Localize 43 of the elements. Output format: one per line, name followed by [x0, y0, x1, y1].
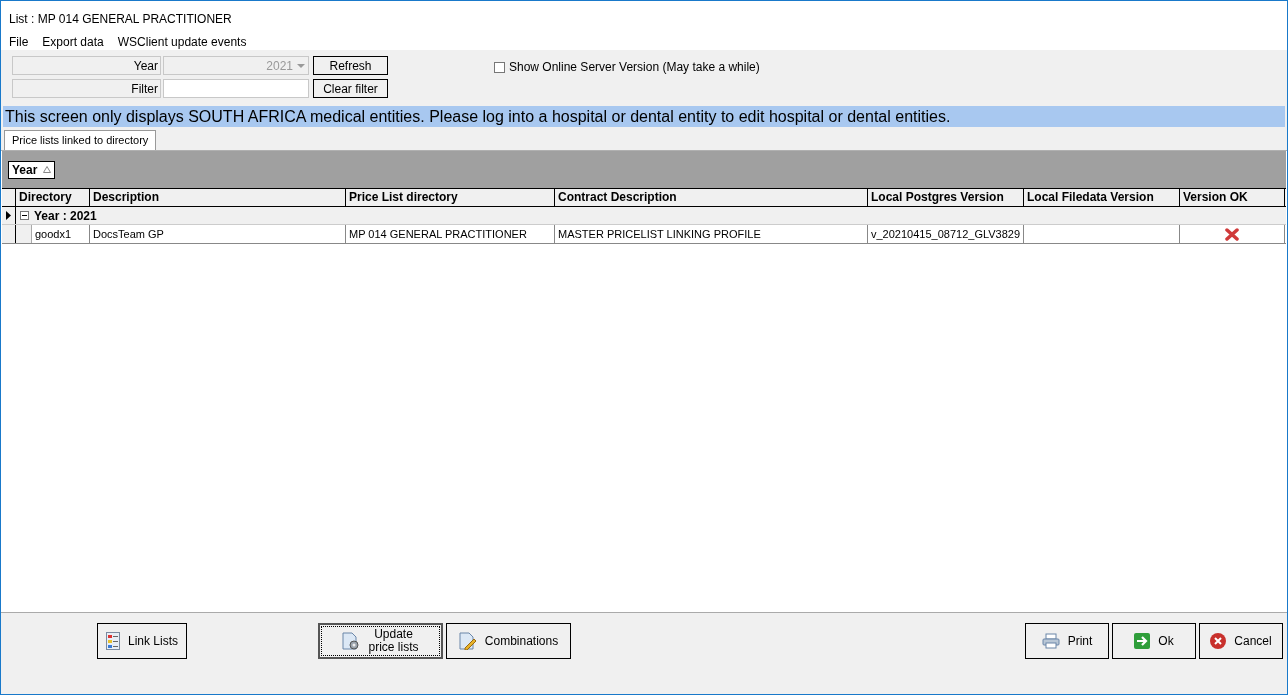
- clear-filter-button[interactable]: Clear filter: [313, 79, 388, 98]
- table-cell: MP 014 GENERAL PRACTITIONER: [346, 225, 555, 243]
- document-pencil-icon: [458, 632, 477, 650]
- row-header[interactable]: [2, 225, 16, 243]
- checkbox-label: Show Online Server Version (May take a while): [509, 59, 760, 76]
- update-button[interactable]: Update price lists: [318, 623, 443, 659]
- ok-button[interactable]: Ok: [1112, 623, 1196, 659]
- cancel-icon: [1210, 633, 1227, 649]
- menu-item[interactable]: File: [9, 33, 29, 50]
- table-cell: goodx1: [32, 225, 90, 243]
- table-cell: v_20210415_08712_GLV3829: [868, 225, 1024, 243]
- collapse-icon[interactable]: [20, 211, 29, 220]
- column-header[interactable]: Directory: [16, 189, 90, 206]
- cancel-button[interactable]: Cancel: [1199, 623, 1283, 659]
- link-button[interactable]: Link Lists: [97, 623, 187, 659]
- arrow-right-icon: [1134, 633, 1151, 649]
- column-header[interactable]: Local Filedata Version: [1024, 189, 1180, 206]
- group-column-chip[interactable]: Year: [8, 160, 56, 179]
- group-row-label: Year : 2021: [34, 207, 97, 225]
- column-header[interactable]: Local Postgres Version: [868, 189, 1024, 206]
- filter-field[interactable]: [163, 79, 309, 98]
- column-header[interactable]: Price List directory: [346, 189, 555, 206]
- refresh-button[interactable]: Refresh: [313, 56, 388, 75]
- print-button[interactable]: Print: [1025, 623, 1109, 659]
- year-label: Year: [12, 56, 161, 75]
- menu-item[interactable]: WSClient update events: [117, 33, 247, 50]
- table-cell: DocsTeam GP: [90, 225, 346, 243]
- filter-label: Filter: [12, 79, 161, 98]
- printer-icon: [1041, 633, 1060, 649]
- tab[interactable]: Price lists linked to directory: [4, 130, 157, 150]
- sort-up-icon: [43, 166, 52, 173]
- column-header[interactable]: Version OK: [1180, 189, 1285, 206]
- column-header[interactable]: Description: [90, 189, 346, 206]
- info-banner: This screen only displays SOUTH AFRICA medical entities. Please log into a hospital or dental entity to edit hospital or dental entities.: [3, 106, 1285, 127]
- document-gear-icon: [342, 632, 361, 650]
- list-icon: [106, 632, 120, 650]
- column-header[interactable]: Contract Description: [555, 189, 868, 206]
- combine-button[interactable]: Combinations: [446, 623, 571, 659]
- window-title: List : MP 014 GENERAL PRACTITIONER: [8, 11, 233, 28]
- table-cell: MASTER PRICELIST LINKING PROFILE: [555, 225, 868, 243]
- caret-icon: [297, 63, 305, 68]
- checkbox[interactable]: [494, 61, 505, 73]
- menu-item[interactable]: Export data: [42, 33, 104, 50]
